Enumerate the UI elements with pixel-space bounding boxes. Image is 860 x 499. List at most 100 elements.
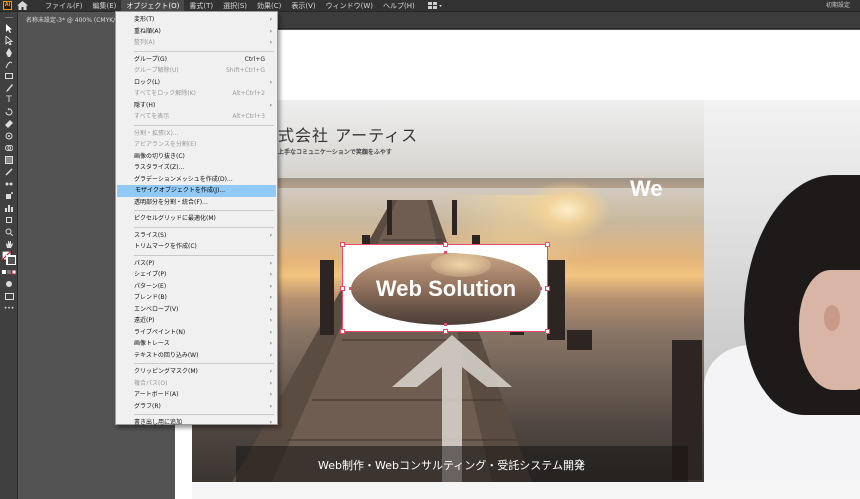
object-menu-item: 複合パス(O) › [116, 378, 277, 390]
object-menu-item[interactable]: トリムマークを作成(C) [116, 241, 277, 253]
object-menu-item[interactable]: エンベロープ(V) › [116, 304, 277, 316]
object-menu-item[interactable]: ブレンド(B) › [116, 292, 277, 304]
object-menu-item[interactable]: 変形(T) › [116, 14, 277, 26]
menu-object[interactable]: オブジェクト(O) [121, 0, 185, 12]
gradient-tool-icon[interactable] [0, 154, 18, 166]
menu-separator [134, 414, 274, 415]
object-menu-item: 整列(A) › [116, 37, 277, 49]
fill-stroke-swatch-icon[interactable] [0, 250, 18, 266]
selected-title-text: Web Solution [375, 276, 517, 301]
menu-item-shortcut: Alt+Ctrl+3 [232, 113, 265, 120]
workspace-switcher[interactable]: 初期設定 [826, 0, 850, 12]
object-menu-item[interactable]: パス(P) › [116, 258, 277, 270]
menu-view[interactable]: 表示(V) [286, 0, 320, 12]
eraser-tool-icon[interactable] [0, 118, 18, 130]
object-menu-item[interactable]: 透明部分を分割・統合(F)... [116, 197, 277, 209]
object-menu-item[interactable]: 重ね順(A) › [116, 26, 277, 38]
object-menu-item: グループ解除(U) Shift+Ctrl+G [116, 65, 277, 77]
submenu-arrow-icon: › [269, 271, 272, 278]
resize-handle-top[interactable] [443, 242, 448, 247]
object-menu-item[interactable]: スライス(S) › [116, 230, 277, 242]
zoom-tool-icon[interactable] [0, 226, 18, 238]
type-tool-icon[interactable]: T [0, 94, 18, 106]
menu-item-label: 書き出し用に追加 [134, 419, 183, 426]
anchor-point-left[interactable] [349, 287, 352, 290]
menu-separator [134, 210, 274, 211]
object-menu-dropdown: 変形(T) › 重ね順(A) › 整列(A) › グループ(G) Ctrl+G グループ解除(U… [115, 11, 278, 426]
anchor-point-bottom[interactable] [444, 323, 447, 326]
menu-item-label: 分割・拡張(X)... [134, 129, 179, 137]
menu-help[interactable]: ヘルプ(H) [378, 0, 420, 12]
menu-type[interactable]: 書式(T) [184, 0, 218, 12]
arrange-documents-icon[interactable] [427, 1, 442, 10]
object-menu-item[interactable]: アートボード(A) › [116, 389, 277, 401]
color-mode-icon[interactable] [0, 266, 18, 278]
screen-mode-icon[interactable] [0, 290, 18, 302]
object-menu-item[interactable]: モザイクオブジェクトを作成(J)... [117, 185, 276, 197]
selected-object[interactable]: Web Solution [340, 242, 550, 334]
hand-tool-icon[interactable] [0, 238, 18, 250]
submenu-arrow-icon: › [269, 379, 272, 387]
submenu-arrow-icon: › [269, 27, 272, 35]
menu-item-label: 整列(A) [134, 39, 155, 46]
menu-item-shortcut: Alt+Ctrl+2 [232, 90, 265, 97]
eyedropper-tool-icon[interactable] [0, 166, 18, 178]
object-menu-item[interactable]: 書き出し用に追加 › [116, 417, 277, 429]
object-menu-item[interactable]: ピクセルグリッドに最適化(M) [116, 213, 277, 225]
resize-handle-top-left[interactable] [340, 242, 345, 247]
object-menu-item[interactable]: 画像トレース › [116, 338, 277, 350]
menu-item-label: 隠す(H) [134, 101, 156, 109]
cta-text: Web制作・Webコンサルティング・受託システム開発 [318, 459, 585, 472]
blend-tool-icon[interactable] [0, 178, 18, 190]
artboard-tool-icon[interactable] [0, 214, 18, 226]
menu-window[interactable]: ウィンドウ(W) [321, 0, 378, 12]
object-menu-item[interactable]: パターン(E) › [116, 281, 277, 293]
object-menu-item[interactable]: グループ(G) Ctrl+G [116, 54, 277, 66]
menu-separator [134, 363, 274, 364]
object-menu-item[interactable]: グラデーションメッシュを作成(D)... [116, 174, 277, 186]
home-icon[interactable] [16, 1, 28, 11]
resize-handle-bottom-right[interactable] [545, 329, 550, 334]
symbol-sprayer-tool-icon[interactable] [0, 190, 18, 202]
object-menu-item[interactable]: クリッピングマスク(M) › [116, 366, 277, 378]
menu-item-label: 遠近(P) [134, 317, 155, 324]
object-menu-item[interactable]: ロック(L) › [116, 77, 277, 89]
resize-handle-bottom-left[interactable] [340, 329, 345, 334]
object-menu-item[interactable]: 画像の切り抜き(C) [116, 151, 277, 163]
resize-handle-right[interactable] [545, 286, 550, 291]
menu-item-label: 複合パス(O) [134, 379, 168, 387]
direct-selection-tool-icon[interactable] [0, 34, 18, 46]
object-menu-item[interactable]: 隠す(H) › [116, 100, 277, 112]
resize-handle-left[interactable] [340, 286, 345, 291]
menu-edit[interactable]: 編集(E) [88, 0, 122, 12]
person-photo [704, 100, 860, 482]
object-menu-item[interactable]: テキストの回り込み(W) › [116, 350, 277, 362]
object-menu-item[interactable]: シェイプ(P) › [116, 269, 277, 281]
shape-builder-tool-icon[interactable] [0, 142, 18, 154]
rotate-tool-icon[interactable] [0, 106, 18, 118]
paintbrush-tool-icon[interactable] [0, 82, 18, 94]
menu-separator [134, 226, 274, 228]
menu-file[interactable]: ファイル(F) [40, 0, 88, 12]
menu-item-label: 透明部分を分割・統合(F)... [134, 198, 208, 206]
menu-item-label: 変形(T) [134, 16, 155, 23]
object-menu-item[interactable]: 遠近(P) › [116, 315, 277, 327]
column-graph-tool-icon[interactable] [0, 202, 18, 214]
object-menu-item[interactable]: ライブペイント(N) › [116, 327, 277, 339]
menu-effect[interactable]: 効果(C) [252, 0, 286, 12]
menu-select[interactable]: 選択(S) [218, 0, 252, 12]
puppet-warp-tool-icon[interactable] [0, 130, 18, 142]
curvature-tool-icon[interactable] [0, 58, 18, 70]
selection-tool-icon[interactable] [0, 22, 18, 34]
draw-mode-icon[interactable] [0, 278, 18, 290]
rectangle-tool-icon[interactable] [0, 70, 18, 82]
object-menu-item[interactable]: ラスタライズ(Z)... [116, 162, 277, 174]
anchor-point-top[interactable] [444, 251, 447, 254]
more-tools-icon[interactable]: ••• [0, 302, 18, 314]
resize-handle-bottom[interactable] [443, 329, 448, 334]
pen-tool-icon[interactable] [0, 46, 18, 58]
object-menu-item[interactable]: グラフ(R) › [116, 401, 277, 413]
menu-item-label: すべてをロック解除(K) [134, 90, 196, 97]
anchor-point-right[interactable] [539, 287, 542, 290]
resize-handle-top-right[interactable] [545, 242, 550, 247]
